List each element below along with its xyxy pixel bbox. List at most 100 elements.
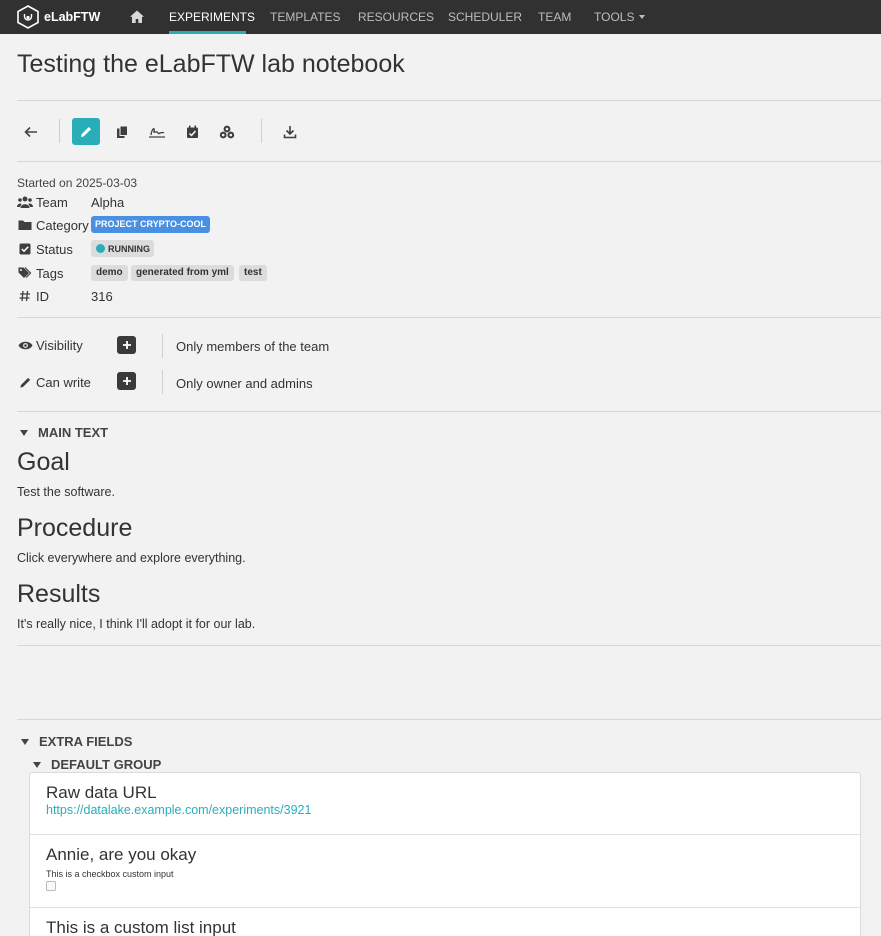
sign-button[interactable]: [143, 118, 171, 145]
tags-label: Tags: [36, 265, 64, 281]
divider: [17, 719, 881, 720]
divider: [17, 411, 881, 412]
main-text-toggle[interactable]: MAIN TEXT: [20, 425, 108, 440]
default-group-toggle[interactable]: DEFAULT GROUP: [33, 757, 161, 772]
field-separator: [30, 834, 860, 835]
toolbar-separator: [261, 119, 262, 143]
field-title: Raw data URL: [46, 783, 157, 802]
divider: [17, 100, 881, 101]
tag-test[interactable]: test: [239, 265, 267, 281]
signature-icon: [149, 127, 165, 138]
cubes-icon: [219, 125, 235, 138]
export-button[interactable]: [276, 118, 304, 145]
checkbox-icon: [17, 242, 33, 256]
toolbar-separator: [59, 119, 60, 143]
brand-name: eLabFTW: [44, 10, 101, 24]
category-badge[interactable]: PROJECT CRYPTO-COOL: [91, 216, 211, 233]
tag-generated-from-yml[interactable]: generated from yml: [131, 265, 234, 281]
visibility-value: Only members of the team: [176, 339, 330, 354]
tags-row: Tags: [17, 264, 63, 282]
tag-demo[interactable]: demo: [91, 265, 128, 281]
nav-experiments[interactable]: EXPERIMENTS: [169, 10, 255, 24]
raw-data-url-link[interactable]: https://datalake.example.com/experiments…: [46, 803, 311, 817]
id-label: ID: [36, 288, 49, 304]
calendar-check-icon: [186, 125, 198, 138]
users-icon: [17, 195, 33, 209]
permission-separator: [162, 370, 163, 394]
page-title: Testing the eLabFTW lab notebook: [17, 50, 405, 78]
duplicate-button[interactable]: [108, 118, 136, 145]
nav-scheduler[interactable]: SCHEDULER: [448, 10, 522, 24]
schedule-button[interactable]: [178, 118, 206, 145]
add-visibility-button[interactable]: [117, 336, 136, 354]
add-canwrite-button[interactable]: [117, 372, 136, 390]
active-tab-indicator: [169, 31, 246, 34]
procedure-text: Click everywhere and explore everything.: [17, 551, 246, 565]
folder-icon: [17, 218, 33, 232]
goal-heading: Goal: [17, 448, 70, 476]
nav-tools[interactable]: TOOLS: [594, 10, 646, 24]
canwrite-label: Can write: [36, 374, 91, 390]
field-description: This is a checkbox custom input: [46, 869, 174, 879]
permission-separator: [162, 334, 163, 358]
eye-icon: [17, 338, 33, 352]
arrow-left-icon: [24, 126, 37, 137]
extra-fields-toggle[interactable]: EXTRA FIELDS: [21, 734, 132, 749]
status-badge[interactable]: RUNNING: [91, 240, 154, 257]
results-text: It's really nice, I think I'll adopt it …: [17, 617, 256, 631]
brand[interactable]: eLabFTW: [16, 5, 100, 29]
procedure-heading: Procedure: [17, 514, 133, 542]
nav-templates[interactable]: TEMPLATES: [270, 10, 340, 24]
annie-checkbox[interactable]: [46, 881, 56, 891]
hashtag-icon: [17, 289, 33, 303]
top-navbar: eLabFTW EXPERIMENTS TEMPLATES RESOURCES …: [0, 0, 881, 34]
canwrite-row: Can write: [17, 373, 91, 391]
caret-down-icon: [33, 761, 41, 768]
duplicate-icon: [116, 125, 128, 138]
nav-resources[interactable]: RESOURCES: [358, 10, 434, 24]
divider: [17, 317, 881, 318]
field-separator: [30, 907, 860, 908]
category-label: Category: [36, 217, 89, 233]
caret-down-icon: [21, 738, 29, 745]
team-label: Team: [36, 194, 68, 210]
status-row: Status: [17, 240, 73, 258]
divider: [17, 645, 881, 646]
status-badge-text: RUNNING: [108, 243, 150, 254]
divider: [17, 161, 881, 162]
edit-button[interactable]: [72, 118, 100, 145]
results-heading: Results: [17, 580, 101, 608]
nav-team[interactable]: TEAM: [538, 10, 571, 24]
category-row: Category: [17, 216, 89, 234]
back-button[interactable]: [17, 118, 45, 145]
download-icon: [283, 125, 297, 138]
team-row: Team: [17, 193, 68, 211]
link-resources-button[interactable]: [213, 118, 241, 145]
home-icon[interactable]: [129, 9, 145, 25]
team-value: Alpha: [91, 195, 125, 210]
field-title: This is a custom list input: [46, 918, 236, 936]
pencil-icon: [17, 375, 33, 389]
started-date: Started on 2025-03-03: [17, 176, 138, 190]
pencil-icon: [81, 126, 91, 137]
plus-icon: [122, 377, 131, 385]
id-value: 316: [91, 289, 113, 304]
nav-tools-label: TOOLS: [594, 10, 635, 24]
chevron-down-icon: [639, 15, 646, 19]
main-text-header: MAIN TEXT: [38, 425, 109, 440]
canwrite-value: Only owner and admins: [176, 376, 313, 391]
extra-fields-header: EXTRA FIELDS: [39, 734, 133, 749]
id-row: ID: [17, 287, 49, 305]
plus-icon: [122, 341, 131, 349]
elabftw-logo-icon: [17, 5, 39, 29]
tags-icon: [17, 266, 33, 280]
caret-down-icon: [20, 429, 28, 436]
extra-fields-card: Raw data URL https://datalake.example.co…: [29, 772, 861, 936]
visibility-label: Visibility: [36, 337, 83, 353]
visibility-row: Visibility: [17, 336, 83, 354]
status-label: Status: [36, 241, 73, 257]
goal-text: Test the software.: [17, 485, 115, 499]
field-title: Annie, are you okay: [46, 845, 197, 864]
default-group-header: DEFAULT GROUP: [51, 757, 162, 772]
status-dot-icon: [96, 244, 105, 253]
